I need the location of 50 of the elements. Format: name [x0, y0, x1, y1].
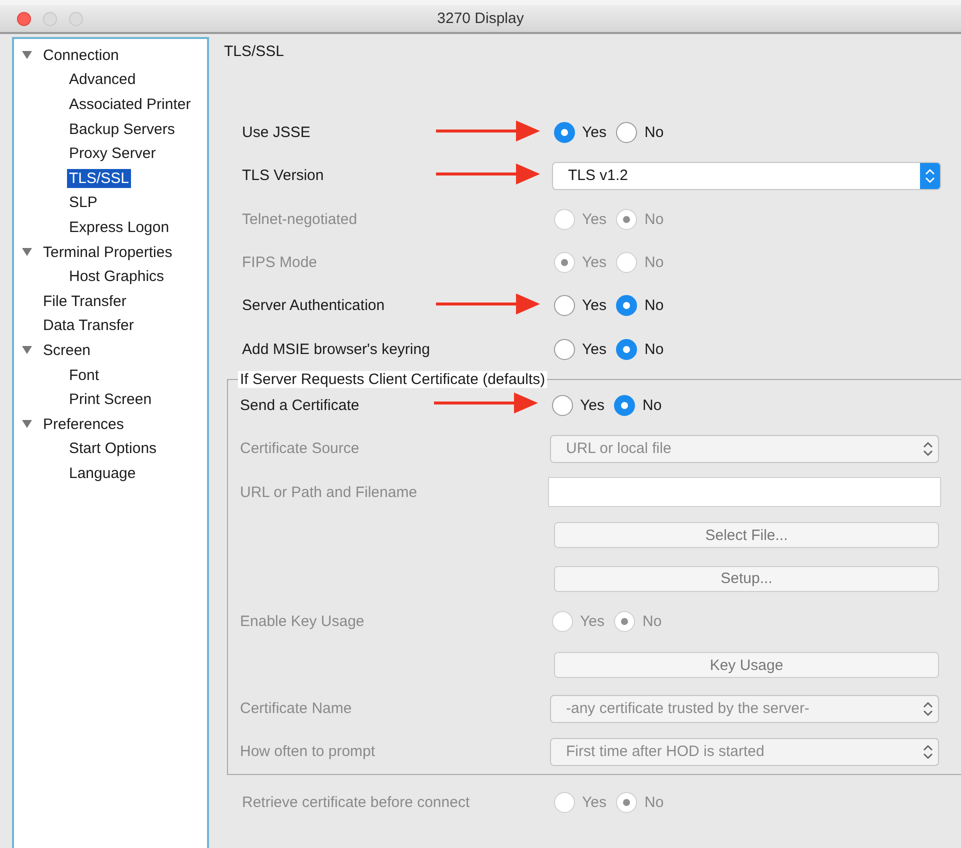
- tree-item[interactable]: TLS/SSL: [67, 168, 132, 188]
- field-label: Certificate Name: [240, 700, 352, 717]
- disclosure-triangle-icon[interactable]: [22, 247, 32, 258]
- disclosure-triangle-icon[interactable]: [22, 345, 32, 356]
- tree-item[interactable]: Proxy Server: [67, 144, 158, 164]
- field-label: URL or Path and Filename: [240, 484, 418, 501]
- close-button[interactable]: [17, 12, 31, 26]
- tree-item[interactable]: Advanced: [67, 70, 138, 90]
- field-label: How often to prompt: [240, 743, 376, 760]
- tree-item[interactable]: Language: [67, 464, 138, 483]
- field-label: Server Authentication: [242, 297, 385, 314]
- tree-item[interactable]: Host Graphics: [67, 267, 166, 286]
- tree-item[interactable]: Start Options: [67, 439, 159, 458]
- tree-item[interactable]: File Transfer: [41, 292, 128, 311]
- field-label: Use JSSE: [242, 124, 310, 142]
- panel-title: TLS/SSL: [224, 43, 284, 60]
- window-title: 3270 Display: [437, 10, 524, 27]
- stepper-icon: [920, 162, 940, 189]
- field-label: FIPS Mode: [242, 254, 318, 272]
- radio-button[interactable]: No: [614, 394, 662, 416]
- field-label: Retrieve certificate before connect: [242, 794, 470, 811]
- radio-button[interactable]: Yes: [554, 338, 606, 360]
- tree-item[interactable]: Data Transfer: [41, 316, 136, 336]
- tree-item[interactable]: Print Screen: [67, 390, 154, 410]
- field-label: Send a Certificate: [240, 396, 360, 414]
- tree-item[interactable]: Connection: [41, 46, 121, 65]
- field-label: Certificate Source: [240, 440, 360, 458]
- input-field[interactable]: [548, 477, 941, 508]
- dropdown[interactable]: TLS v1.2: [552, 162, 941, 190]
- tree-item[interactable]: Font: [67, 366, 102, 385]
- radio-button[interactable]: No: [616, 122, 664, 144]
- disclosure-triangle-icon[interactable]: [22, 50, 32, 60]
- field-label: TLS Version: [242, 167, 324, 184]
- tree-item[interactable]: Associated Printer: [67, 94, 193, 114]
- radio-button[interactable]: No: [616, 295, 664, 316]
- field-label: Telnet-negotiated: [242, 210, 358, 228]
- field-label: Add MSIE browser's keyring: [242, 340, 430, 358]
- radio-button[interactable]: Yes: [554, 295, 606, 316]
- radio-button[interactable]: No: [616, 338, 664, 360]
- group-title: If Server Requests Client Certificate (defaults): [238, 370, 548, 388]
- tree-item[interactable]: SLP: [67, 193, 100, 212]
- tree-item[interactable]: Backup Servers: [67, 120, 177, 139]
- field-label: Enable Key Usage: [240, 613, 364, 630]
- tree-item[interactable]: Screen: [41, 340, 93, 360]
- radio-button[interactable]: Yes: [552, 394, 604, 416]
- tree-item[interactable]: Terminal Properties: [41, 242, 174, 262]
- tree-item[interactable]: Preferences: [41, 414, 126, 434]
- tree-item[interactable]: Express Logon: [67, 218, 172, 237]
- disclosure-triangle-icon[interactable]: [22, 419, 32, 430]
- radio-button[interactable]: Yes: [554, 122, 606, 144]
